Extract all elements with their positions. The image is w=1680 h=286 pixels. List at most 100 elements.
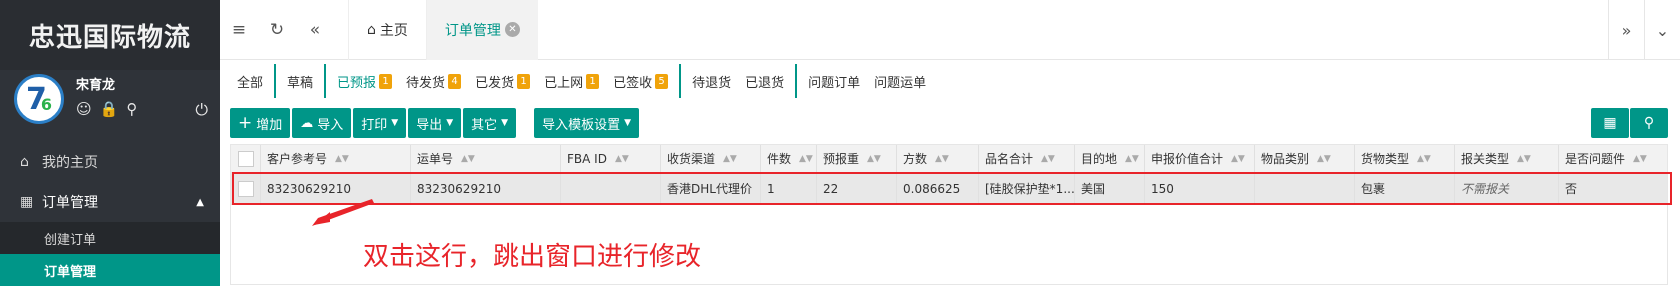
column-header[interactable]: 预报重 ▲▼ <box>817 145 897 172</box>
sort-icon: ▲▼ <box>335 153 349 164</box>
grid-icon: ▦ <box>20 194 34 210</box>
status-tab-all[interactable]: 全部 <box>230 64 270 98</box>
cell-cargo-type: 包裹 <box>1355 173 1455 204</box>
toolbar: + 增加 ☁ 导入 打印 ▼ 导出 ▼ 其它 ▼ 导入模板设置 ▼ <box>230 108 640 138</box>
button-label: 导入模板设置 <box>542 117 621 133</box>
count-badge: 1 <box>379 73 393 89</box>
import-button[interactable]: ☁ 导入 <box>292 108 352 138</box>
column-header[interactable]: 客户参考号 ▲▼ <box>261 145 411 172</box>
sidebar-item-create-order[interactable]: 创建订单 <box>0 222 220 254</box>
column-label: 客户参考号 <box>267 152 328 166</box>
column-label: 品名合计 <box>985 152 1034 166</box>
user-icon[interactable]: ☺ <box>76 100 92 118</box>
home-icon: ⌂ <box>367 21 376 38</box>
power-icon[interactable]: ⏻ <box>195 100 208 120</box>
column-label: 报关类型 <box>1461 152 1510 166</box>
column-header[interactable]: 物品类别 ▲▼ <box>1255 145 1355 172</box>
status-tab-pending-return[interactable]: 待退货 <box>685 64 738 98</box>
tab-order-management[interactable]: 订单管理 ✕ <box>425 0 538 60</box>
status-tab-problem-order[interactable]: 问题订单 <box>801 64 867 98</box>
status-tab-returned[interactable]: 已退货 <box>738 64 791 98</box>
lock-icon[interactable]: 🔒 <box>100 100 119 118</box>
column-header[interactable]: 件数 ▲▼ <box>761 145 817 172</box>
refresh-icon[interactable]: ↻ <box>258 20 296 40</box>
divider <box>795 64 798 98</box>
topbar-right: » ⌄ <box>1608 0 1680 60</box>
cell-forecast-weight: 22 <box>817 173 897 204</box>
import-template-button[interactable]: 导入模板设置 ▼ <box>534 108 640 138</box>
table-row[interactable]: 83230629210 83230629210 香港DHL代理价 1 22 0.… <box>231 173 1667 205</box>
status-tab-label: 全部 <box>237 75 264 91</box>
menu-item-order-management[interactable]: ▦ 订单管理 ▲ <box>0 182 220 222</box>
close-icon[interactable]: ✕ <box>504 22 520 37</box>
status-tab-signed[interactable]: 已签收 5 <box>606 64 675 98</box>
sort-icon: ▲▼ <box>1125 153 1139 164</box>
status-tab-forecast[interactable]: 已预报 1 <box>330 64 399 98</box>
column-header[interactable]: 报关类型 ▲▼ <box>1455 145 1559 172</box>
print-button[interactable]: 打印 ▼ <box>353 108 407 138</box>
status-tab-pending-ship[interactable]: 待发货 4 <box>399 64 468 98</box>
column-header[interactable]: 品名合计 ▲▼ <box>979 145 1075 172</box>
cell-volume: 0.086625 <box>897 173 979 204</box>
other-button[interactable]: 其它 ▼ <box>463 108 517 138</box>
sort-icon: ▲▼ <box>1633 153 1647 164</box>
caret-up-icon: ▲ <box>196 196 204 208</box>
topbar: ≡ ↻ « ⌂ 主页 订单管理 ✕ » ⌄ <box>220 0 1680 60</box>
status-tab-label: 已上网 <box>544 75 584 91</box>
status-tab-label: 已预报 <box>337 75 377 91</box>
status-tab-draft[interactable]: 草稿 <box>280 64 320 98</box>
sort-icon: ▲▼ <box>1317 153 1331 164</box>
count-badge: 1 <box>586 73 600 89</box>
status-tab-label: 已发货 <box>475 75 515 91</box>
sort-icon: ▲▼ <box>799 153 813 164</box>
select-all-checkbox[interactable] <box>231 145 261 172</box>
status-tab-label: 已签收 <box>613 75 653 91</box>
column-header[interactable]: FBA ID ▲▼ <box>561 145 661 172</box>
sidebar-item-order-management[interactable]: 订单管理 <box>0 254 220 286</box>
column-header[interactable]: 货物类型 ▲▼ <box>1355 145 1455 172</box>
export-button[interactable]: 导出 ▼ <box>408 108 462 138</box>
status-tab-shipped[interactable]: 已发货 1 <box>468 64 537 98</box>
column-label: 目的地 <box>1081 152 1118 166</box>
column-header[interactable]: 收货渠道 ▲▼ <box>661 145 761 172</box>
cell-customs-type: 不需报关 <box>1455 173 1559 204</box>
location-icon[interactable]: ⚲ <box>126 100 137 118</box>
user-panel: 76 宋育龙 ☺ 🔒 ⚲ ⏻ <box>0 70 220 142</box>
status-tab-online[interactable]: 已上网 1 <box>537 64 606 98</box>
button-label: 导入 <box>317 117 344 133</box>
count-badge: 1 <box>517 73 531 89</box>
status-tab-label: 待退货 <box>692 75 732 91</box>
menu-item-label: 我的主页 <box>42 155 98 171</box>
row-checkbox[interactable] <box>231 173 261 204</box>
column-header[interactable]: 运单号 ▲▼ <box>411 145 561 172</box>
column-header[interactable]: 是否问题件 ▲▼ <box>1559 145 1665 172</box>
menu-toggle-icon[interactable]: ≡ <box>220 20 258 40</box>
caret-down-icon: ▼ <box>446 118 454 128</box>
menu-item-home[interactable]: ⌂ 我的主页 <box>0 142 220 182</box>
search-icon[interactable]: ⚲ <box>1630 108 1668 138</box>
avatar[interactable]: 76 <box>14 74 64 124</box>
cell-pieces: 1 <box>761 173 817 204</box>
sort-icon: ▲▼ <box>1517 153 1531 164</box>
column-header[interactable]: 方数 ▲▼ <box>897 145 979 172</box>
double-chevron-right-icon[interactable]: » <box>1608 0 1644 60</box>
add-button[interactable]: + 增加 <box>230 108 291 138</box>
column-header[interactable]: 目的地 ▲▼ <box>1075 145 1145 172</box>
status-tab-label: 问题运单 <box>874 75 927 91</box>
annotation-text: 双击这行，跳出窗口进行修改 <box>363 242 702 272</box>
username: 宋育龙 <box>76 78 116 93</box>
column-label: 物品类别 <box>1261 152 1310 166</box>
cloud-upload-icon: ☁ <box>300 115 314 131</box>
columns-icon[interactable]: ▦ <box>1591 108 1629 138</box>
sort-icon: ▲▼ <box>1041 153 1055 164</box>
double-chevron-left-icon[interactable]: « <box>296 20 334 40</box>
chevron-down-icon[interactable]: ⌄ <box>1644 0 1680 60</box>
home-icon: ⌂ <box>20 154 29 170</box>
column-header[interactable]: 申报价值合计 ▲▼ <box>1145 145 1255 172</box>
status-tab-problem-waybill[interactable]: 问题运单 <box>867 64 933 98</box>
button-label: 导出 <box>416 117 443 133</box>
tab-home[interactable]: ⌂ 主页 <box>348 0 426 60</box>
sort-icon: ▲▼ <box>614 153 629 164</box>
tab-label: 订单管理 <box>444 22 501 39</box>
